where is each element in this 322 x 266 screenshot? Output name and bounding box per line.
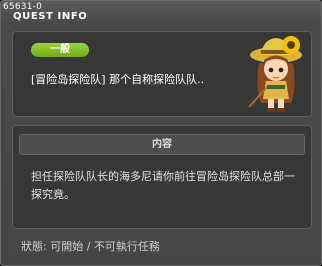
content-header: 内容: [19, 134, 305, 155]
quest-summary-panel: 一般 [冒险岛探险队] 那个自称探险队队..: [12, 31, 312, 117]
quest-description: 担任探险队队长的海多尼请你前往冒险岛探险队总部一探究竟。: [31, 170, 295, 201]
window-title: QUEST INFO: [13, 11, 88, 22]
npc-portrait-icon: [248, 36, 302, 112]
quest-name: [冒险岛探险队] 那个自称探险队队..: [31, 73, 205, 86]
quest-content-panel: 内容 担任探险队队长的海多尼请你前往冒险岛探险队总部一探究竟。: [12, 125, 312, 229]
quest-status: 狀態: 可開始 / 不可執行任務: [21, 240, 160, 253]
quest-info-window: 65631-0 QUEST INFO 一般 [冒险岛探险队] 那个自称探险队队.…: [0, 0, 322, 266]
quest-category-badge: 一般: [31, 43, 89, 57]
